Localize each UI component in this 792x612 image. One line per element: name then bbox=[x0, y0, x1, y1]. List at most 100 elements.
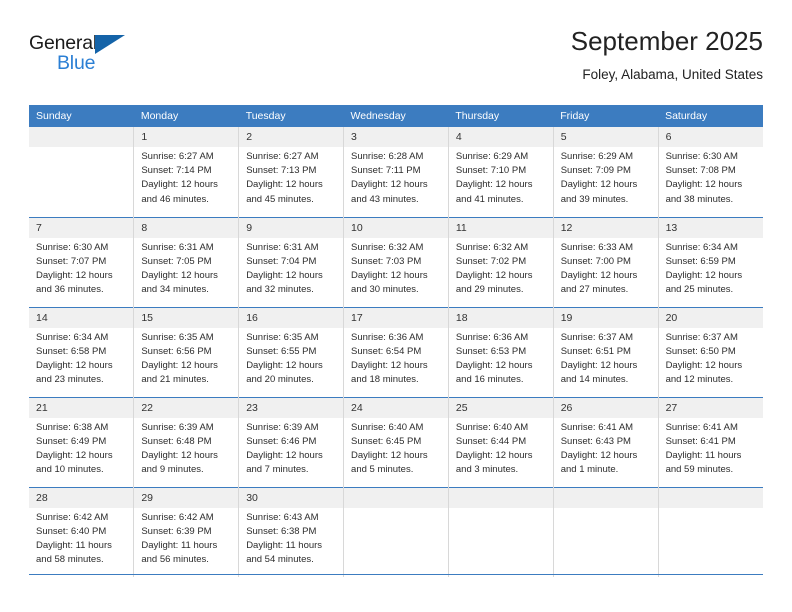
calendar-page: General Blue September 2025 Foley, Alaba… bbox=[0, 0, 792, 612]
daylight-text-cont: and 21 minutes. bbox=[141, 374, 209, 386]
day-number: 29 bbox=[134, 487, 239, 508]
day-number: 13 bbox=[658, 217, 763, 238]
calendar-day-cell[interactable]: 11 Sunrise: 6:32 AM Sunset: 7:02 PM Dayligh… bbox=[448, 216, 554, 307]
daylight-text: Daylight: 12 hours bbox=[455, 269, 533, 281]
calendar-day-cell[interactable]: 6 Sunrise: 6:30 AM Sunset: 7:08 PM Daylight… bbox=[658, 127, 763, 217]
sunrise-text: Sunrise: 6:36 AM bbox=[455, 331, 529, 343]
daylight-text-cont: and 41 minutes. bbox=[455, 193, 524, 205]
weekday-header-row: Sunday Monday Tuesday Wednesday Thursday Frid… bbox=[29, 105, 763, 127]
day-details: Sunrise: 6:32 AM Sunset: 7:02 PM Daylight:… bbox=[449, 238, 553, 298]
daylight-text: Daylight: 12 hours bbox=[141, 449, 218, 461]
calendar-day-cell[interactable]: 2 Sunrise: 6:27 AM Sunset: 7:13 PM Daylight… bbox=[238, 127, 345, 217]
day-cell-inner: 13 Sunrise: 6:34 AM Sunset: 6:59 PM Dayligh… bbox=[658, 217, 763, 307]
calendar-day-cell[interactable]: 13 Sunrise: 6:34 AM Sunset: 6:59 PM Dayligh… bbox=[658, 216, 763, 307]
calendar-day-cell[interactable]: 25 Sunrise: 6:40 AM Sunset: 6:44 PM Dayligh… bbox=[448, 396, 554, 487]
calendar-day-cell[interactable]: 22 Sunrise: 6:39 AM Sunset: 6:48 PM Dayligh… bbox=[133, 396, 240, 487]
day-cell-inner: 10 Sunrise: 6:32 AM Sunset: 7:03 PM Dayligh… bbox=[344, 217, 448, 307]
daylight-text-cont: and 30 minutes. bbox=[351, 284, 419, 296]
sunrise-text: Sunrise: 6:35 AM bbox=[246, 331, 319, 343]
title-block: September 2025 Foley, Alabama, United St… bbox=[571, 24, 763, 86]
sunrise-text: Sunrise: 6:34 AM bbox=[665, 241, 738, 253]
daylight-text-cont: and 54 minutes. bbox=[246, 554, 314, 566]
sunset-text: Sunset: 6:39 PM bbox=[141, 525, 212, 537]
calendar-day-cell[interactable]: 18 Sunrise: 6:36 AM Sunset: 6:53 PM Dayligh… bbox=[448, 306, 554, 397]
daylight-text: Daylight: 12 hours bbox=[351, 449, 428, 461]
calendar-day-cell[interactable]: 21 Sunrise: 6:38 AM Sunset: 6:49 PM Dayligh… bbox=[29, 396, 135, 487]
page-title: September 2025 bbox=[570, 26, 763, 56]
daylight-text-cont: and 25 minutes. bbox=[665, 284, 734, 296]
sunset-text: Sunset: 7:10 PM bbox=[455, 165, 527, 177]
calendar-day-cell[interactable]: 1 Sunrise: 6:27 AM Sunset: 7:14 PM Daylight… bbox=[133, 127, 240, 217]
calendar-day-cell[interactable]: 4 Sunrise: 6:29 AM Sunset: 7:10 PM Daylight… bbox=[448, 127, 554, 217]
weekday-header-sunday: Sunday bbox=[29, 105, 134, 127]
daylight-text-cont: and 39 minutes. bbox=[560, 193, 629, 205]
calendar-day-cell[interactable]: 7 Sunrise: 6:30 AM Sunset: 7:07 PM Daylight… bbox=[29, 216, 135, 307]
day-details: Sunrise: 6:37 AM Sunset: 6:50 PM Daylight:… bbox=[659, 328, 763, 388]
day-details: Sunrise: 6:41 AM Sunset: 6:43 PM Daylight:… bbox=[554, 418, 658, 478]
day-cell-inner: 5 Sunrise: 6:29 AM Sunset: 7:09 PM Daylight… bbox=[553, 127, 658, 217]
day-details: Sunrise: 6:39 AM Sunset: 6:46 PM Daylight:… bbox=[239, 418, 343, 478]
calendar-day-cell[interactable]: 14 Sunrise: 6:34 AM Sunset: 6:58 PM Dayligh… bbox=[29, 306, 135, 397]
day-details: Sunrise: 6:31 AM Sunset: 7:05 PM Daylight:… bbox=[134, 238, 238, 298]
calendar-day-cell[interactable]: 28 Sunrise: 6:42 AM Sunset: 6:40 PM Dayligh… bbox=[29, 486, 135, 578]
calendar-day-cell[interactable]: 19 Sunrise: 6:37 AM Sunset: 6:51 PM Dayligh… bbox=[553, 306, 659, 397]
day-number bbox=[553, 487, 658, 508]
sunrise-text: Sunrise: 6:29 AM bbox=[560, 151, 634, 162]
calendar-day-cell[interactable]: 20 Sunrise: 6:37 AM Sunset: 6:50 PM Dayligh… bbox=[658, 306, 763, 397]
calendar-day-cell[interactable]: 15 Sunrise: 6:35 AM Sunset: 6:56 PM Dayligh… bbox=[133, 306, 240, 397]
calendar-day-cell[interactable]: 9 Sunrise: 6:31 AM Sunset: 7:04 PM Daylight… bbox=[238, 216, 345, 307]
day-number bbox=[448, 487, 553, 508]
sunrise-text: Sunrise: 6:30 AM bbox=[36, 241, 109, 253]
calendar-day-cell[interactable]: 12 Sunrise: 6:33 AM Sunset: 7:00 PM Dayligh… bbox=[553, 216, 659, 307]
brand-logo[interactable]: General Blue bbox=[29, 32, 149, 84]
calendar-day-cell[interactable]: 16 Sunrise: 6:35 AM Sunset: 6:55 PM Dayligh… bbox=[238, 306, 345, 397]
calendar-week-row: 1 Sunrise: 6:27 AM Sunset: 7:14 PM Daylight… bbox=[29, 127, 763, 217]
calendar-day-cell[interactable]: 23 Sunrise: 6:39 AM Sunset: 6:46 PM Dayligh… bbox=[238, 396, 345, 487]
day-cell-inner: 11 Sunrise: 6:32 AM Sunset: 7:02 PM Dayligh… bbox=[448, 217, 553, 307]
daylight-text: Daylight: 12 hours bbox=[455, 359, 533, 371]
calendar-day-cell[interactable]: 30 Sunrise: 6:43 AM Sunset: 6:38 PM Dayligh… bbox=[238, 486, 345, 577]
calendar-day-cell[interactable]: 17 Sunrise: 6:36 AM Sunset: 6:54 PM Dayligh… bbox=[343, 306, 449, 397]
weekday-header-tuesday: Tuesday bbox=[238, 105, 344, 127]
calendar-day-cell[interactable]: 24 Sunrise: 6:40 AM Sunset: 6:45 PM Dayligh… bbox=[343, 396, 449, 487]
weekday-header-friday: Friday bbox=[553, 105, 659, 127]
day-details: Sunrise: 6:29 AM Sunset: 7:10 PM Daylight:… bbox=[449, 147, 553, 207]
calendar-day-cell[interactable]: 26 Sunrise: 6:41 AM Sunset: 6:43 PM Dayligh… bbox=[553, 396, 659, 487]
day-number: 9 bbox=[239, 217, 344, 238]
daylight-text: Daylight: 12 hours bbox=[560, 359, 638, 371]
day-cell-inner: 19 Sunrise: 6:37 AM Sunset: 6:51 PM Dayligh… bbox=[553, 307, 658, 397]
daylight-text-cont: and 5 minutes. bbox=[351, 464, 414, 476]
calendar-bottom-rule bbox=[29, 574, 763, 575]
day-number: 25 bbox=[448, 397, 553, 418]
day-details bbox=[659, 508, 763, 511]
day-cell-inner: 28 Sunrise: 6:42 AM Sunset: 6:40 PM Dayligh… bbox=[29, 487, 134, 578]
calendar-day-cell[interactable]: 5 Sunrise: 6:29 AM Sunset: 7:09 PM Daylight… bbox=[553, 127, 659, 217]
day-details: Sunrise: 6:34 AM Sunset: 6:58 PM Daylight:… bbox=[29, 328, 133, 388]
calendar-day-cell[interactable]: 27 Sunrise: 6:41 AM Sunset: 6:41 PM Dayligh… bbox=[658, 396, 763, 487]
daylight-text: Daylight: 12 hours bbox=[36, 359, 113, 371]
day-number: 6 bbox=[658, 127, 763, 147]
sunrise-text: Sunrise: 6:39 AM bbox=[246, 421, 319, 433]
sunset-text: Sunset: 6:51 PM bbox=[560, 345, 631, 357]
day-details: Sunrise: 6:35 AM Sunset: 6:56 PM Daylight:… bbox=[134, 328, 238, 388]
calendar-day-cell-empty bbox=[658, 486, 763, 577]
calendar-day-cell[interactable]: 10 Sunrise: 6:32 AM Sunset: 7:03 PM Dayligh… bbox=[343, 216, 449, 307]
sunrise-text: Sunrise: 6:27 AM bbox=[141, 151, 214, 162]
day-number: 19 bbox=[553, 307, 658, 328]
calendar-day-cell[interactable]: 3 Sunrise: 6:28 AM Sunset: 7:11 PM Daylight… bbox=[343, 127, 449, 217]
daylight-text: Daylight: 12 hours bbox=[455, 179, 533, 191]
day-number: 30 bbox=[239, 487, 344, 508]
day-cell-inner: 9 Sunrise: 6:31 AM Sunset: 7:04 PM Daylight… bbox=[239, 217, 344, 307]
day-cell-inner bbox=[29, 127, 134, 217]
day-cell-inner: 24 Sunrise: 6:40 AM Sunset: 6:45 PM Dayligh… bbox=[344, 397, 448, 487]
day-number: 15 bbox=[134, 307, 239, 328]
brand-name-bottom: Blue bbox=[57, 52, 96, 74]
sunrise-text: Sunrise: 6:37 AM bbox=[665, 331, 738, 343]
calendar-day-cell[interactable]: 8 Sunrise: 6:31 AM Sunset: 7:05 PM Daylight… bbox=[133, 216, 240, 307]
sunrise-text: Sunrise: 6:39 AM bbox=[141, 421, 214, 433]
sunrise-text: Sunrise: 6:42 AM bbox=[141, 511, 214, 523]
calendar-day-cell[interactable]: 29 Sunrise: 6:42 AM Sunset: 6:39 PM Dayligh… bbox=[133, 486, 240, 577]
sunset-text: Sunset: 6:50 PM bbox=[665, 345, 736, 357]
sunset-text: Sunset: 7:11 PM bbox=[351, 165, 421, 177]
sunrise-text: Sunrise: 6:30 AM bbox=[665, 151, 738, 162]
